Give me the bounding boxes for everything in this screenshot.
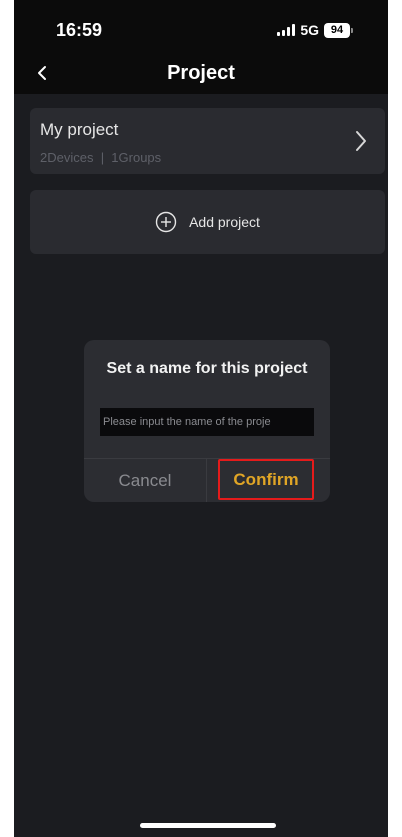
dialog-button-divider [206,458,207,502]
nav-bar: Project [14,52,388,94]
app-screen: 16:59 5G 94 Project My project 2Devices … [14,0,388,837]
project-list-item[interactable]: My project 2Devices | 1Groups [30,108,385,174]
home-indicator[interactable] [140,823,276,828]
chevron-right-icon [356,131,366,151]
network-type: 5G [300,22,319,38]
plus-circle-icon [155,211,177,233]
status-bar: 16:59 5G 94 [14,0,388,52]
cancel-button[interactable]: Cancel [84,459,206,502]
project-name: My project [40,120,119,139]
dialog-title: Set a name for this project [106,360,308,377]
signal-icon [277,24,296,36]
battery-icon: 94 [324,22,353,38]
add-project-button[interactable]: Add project [30,190,385,254]
add-project-label: Add project [189,214,260,230]
project-name-input[interactable] [100,408,314,436]
status-time: 16:59 [56,20,103,40]
confirm-button[interactable]: Confirm [218,459,314,500]
name-project-dialog: Set a name for this project Cancel Confi… [84,340,330,502]
page-title: Project [167,62,235,84]
status-indicators: 5G 94 [277,22,353,38]
project-meta: 2Devices | 1Groups [40,150,162,165]
